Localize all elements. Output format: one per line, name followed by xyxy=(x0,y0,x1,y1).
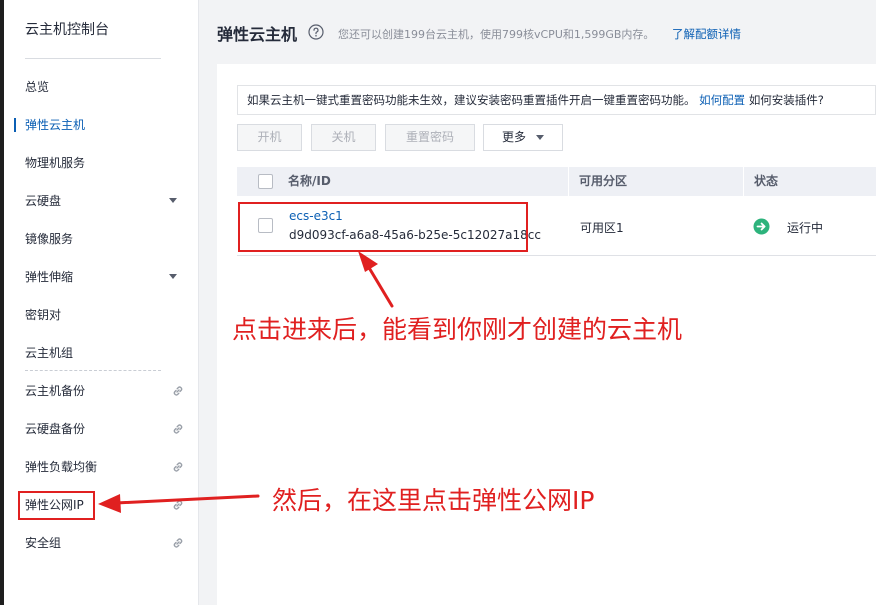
annotation-click-eip: 然后，在这里点击弹性公网IP xyxy=(272,486,595,515)
arrow-to-server xyxy=(358,251,394,308)
annotation-view-server: 点击进来后，能看到你刚才创建的云主机 xyxy=(232,315,683,344)
arrow-to-eip xyxy=(98,494,260,513)
